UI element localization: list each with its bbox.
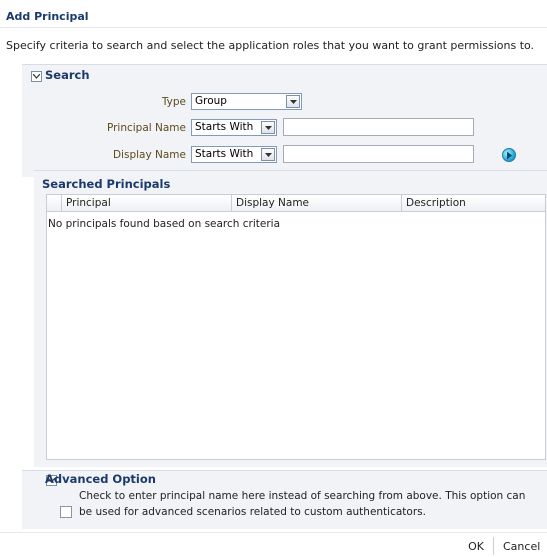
type-label: Type [161, 96, 186, 108]
principal-name-operator-dropdown[interactable] [261, 121, 275, 134]
search-toggle[interactable] [31, 71, 42, 82]
type-select[interactable]: Group [191, 93, 302, 110]
chevron-down-icon [290, 100, 297, 104]
principal-name-label: Principal Name [106, 122, 186, 134]
chevron-down-icon [33, 74, 40, 79]
display-name-input[interactable] [283, 145, 474, 163]
advanced-checkbox[interactable] [60, 506, 72, 518]
principal-name-input[interactable] [283, 118, 474, 136]
cancel-button[interactable]: Cancel [496, 536, 546, 556]
chevron-down-icon [265, 153, 272, 157]
search-header: Search [45, 68, 90, 82]
display-name-operator-select[interactable]: Starts With [191, 146, 277, 163]
title-divider [0, 27, 547, 28]
advanced-checkbox-label: Check to enter principal name here inste… [79, 490, 526, 518]
chevron-down-icon [265, 126, 272, 130]
button-separator [493, 537, 494, 555]
ok-button[interactable]: OK [460, 536, 492, 556]
type-select-value: Group [195, 95, 227, 107]
type-dropdown-button[interactable] [286, 95, 300, 108]
column-header-principal[interactable]: Principal [62, 195, 232, 212]
principal-name-operator-select[interactable]: Starts With [191, 119, 277, 136]
add-principal-dialog: Add Principal Specify criteria to search… [0, 0, 547, 557]
column-header-description[interactable]: Description [402, 195, 545, 212]
results-table: Principal Display Name Description [46, 194, 546, 460]
arrow-right-icon [507, 151, 512, 160]
footer-divider [0, 532, 547, 533]
search-go-button[interactable] [502, 148, 516, 162]
display-name-operator-dropdown[interactable] [261, 148, 275, 161]
row-selector-header [47, 195, 62, 212]
empty-results-message: No principals found based on search crit… [48, 218, 281, 230]
column-header-display-name[interactable]: Display Name [232, 195, 402, 212]
advanced-header: Advanced Option [45, 472, 156, 486]
dialog-title: Add Principal [6, 10, 89, 23]
display-name-operator-value: Starts With [195, 148, 254, 160]
display-name-label: Display Name [112, 149, 186, 161]
dialog-description: Specify criteria to search and select th… [6, 39, 535, 52]
results-header: Searched Principals [42, 177, 171, 191]
principal-name-operator-value: Starts With [195, 121, 254, 133]
